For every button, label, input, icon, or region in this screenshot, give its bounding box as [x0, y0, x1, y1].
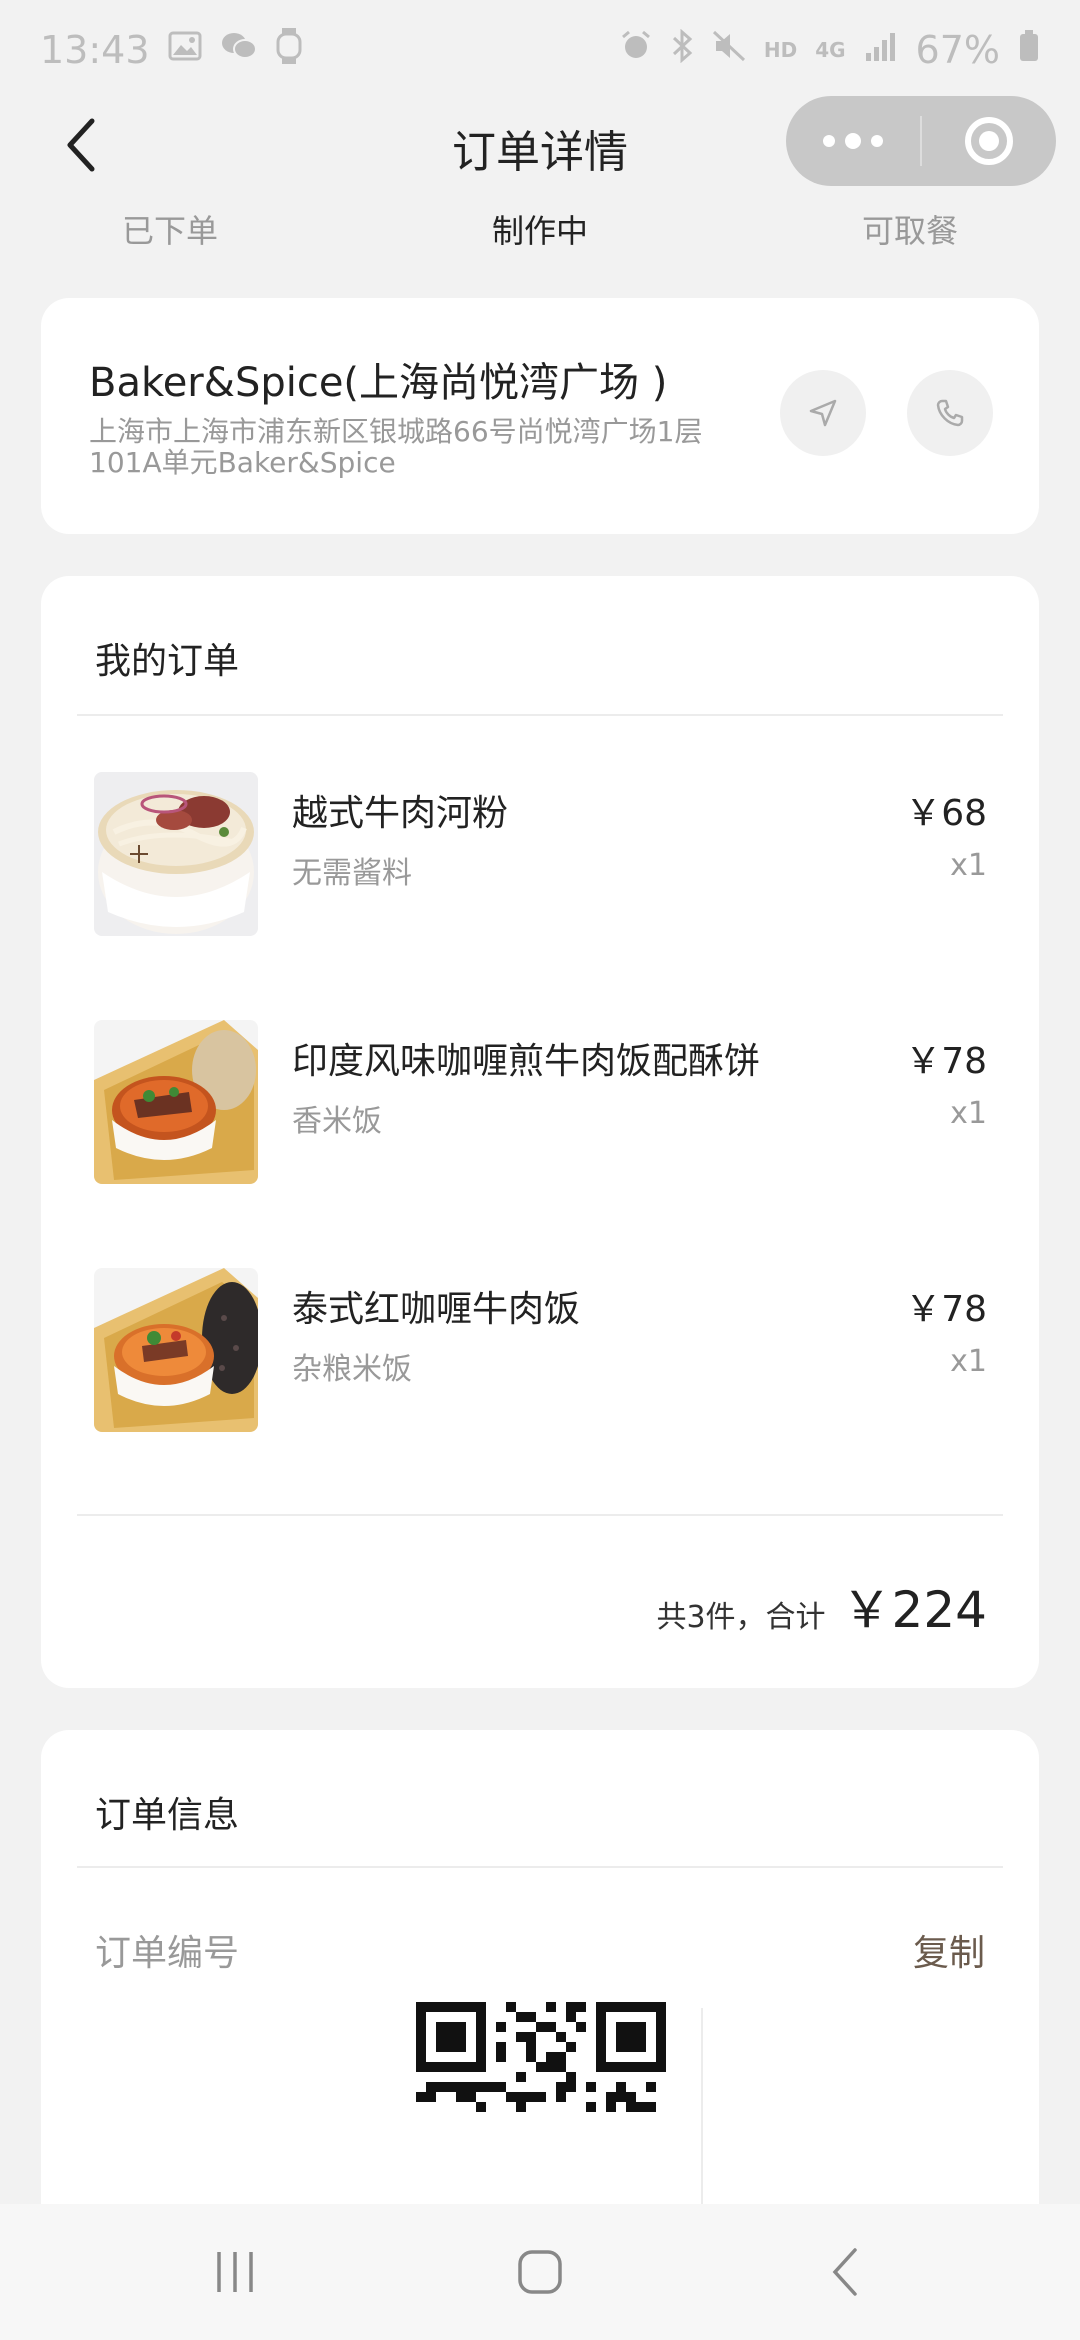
- hd-label: HD: [763, 38, 798, 62]
- item-quantity: x1: [950, 1096, 987, 1131]
- item-quantity: x1: [950, 848, 987, 883]
- item-price: ￥78: [905, 1289, 987, 1330]
- total-label: 共3件，合计: [656, 1600, 826, 1635]
- store-name: Baker&Spice(上海尚悦湾广场 ): [89, 360, 668, 406]
- item-name: 泰式红咖喱牛肉饭: [292, 1289, 581, 1330]
- item-name: 越式牛肉河粉: [292, 793, 509, 834]
- status-bar: 13:43 HD 4G 67%: [0, 0, 1080, 100]
- more-button[interactable]: [786, 96, 920, 186]
- item-name: 印度风味咖喱煎牛肉饭配酥饼: [292, 1041, 761, 1082]
- signal-icon: [864, 30, 898, 70]
- item-price: ￥78: [905, 1041, 987, 1082]
- divider: [77, 1866, 1003, 1868]
- status-right: HD 4G 67%: [620, 28, 1040, 72]
- recent-apps-button[interactable]: [205, 2242, 265, 2302]
- item-option: 香米饭: [292, 1104, 382, 1139]
- wechat-icon: [220, 30, 258, 71]
- target-icon: [965, 117, 1013, 165]
- step-ordered: 已下单: [122, 212, 219, 250]
- store-address: 上海市上海市浦东新区银城路66号尚悦湾广场1层 101A单元Baker&Spic…: [89, 416, 749, 478]
- divider: [77, 714, 1003, 716]
- bluetooth-icon: [670, 28, 694, 72]
- store-address-line1: 上海市上海市浦东新区银城路66号尚悦湾广场1层: [89, 415, 703, 448]
- system-navigation-bar: [0, 2204, 1080, 2340]
- more-icon-dot: [823, 135, 835, 147]
- order-total: 共3件，合计 ￥224: [656, 1570, 987, 1642]
- status-left: 13:43: [40, 27, 302, 73]
- item-image-pho: [94, 772, 258, 936]
- battery-percent: 67%: [915, 28, 1000, 72]
- mute-icon: [712, 30, 746, 71]
- phone-icon: [936, 399, 964, 427]
- order-number-label: 订单编号: [95, 1933, 240, 1974]
- item-option: 杂粮米饭: [292, 1352, 412, 1387]
- nav-bar: 订单详情: [0, 96, 1080, 190]
- navigation-arrow-icon: [809, 399, 837, 427]
- navigate-button[interactable]: [780, 370, 866, 456]
- recent-apps-icon: [217, 2252, 253, 2292]
- order-item: 泰式红咖喱牛肉饭 杂粮米饭 ￥78 x1: [41, 1268, 1039, 1434]
- item-quantity: x1: [950, 1344, 987, 1379]
- order-item: 越式牛肉河粉 无需酱料 ￥68 x1: [41, 772, 1039, 938]
- item-option: 无需酱料: [292, 856, 412, 891]
- system-back-button[interactable]: [815, 2242, 875, 2302]
- call-button[interactable]: [907, 370, 993, 456]
- back-icon: [832, 2248, 857, 2296]
- order-item: 印度风味咖喱煎牛肉饭配酥饼 香米饭 ￥78 x1: [41, 1020, 1039, 1186]
- item-image-thai-curry: [94, 1268, 258, 1432]
- watch-icon: [276, 27, 302, 73]
- total-value: ￥224: [841, 1581, 987, 1639]
- store-address-line2: 101A单元Baker&Spice: [89, 446, 396, 479]
- alarm-icon: [620, 30, 652, 71]
- battery-icon: [1018, 29, 1040, 71]
- gallery-icon: [168, 30, 202, 70]
- status-time: 13:43: [40, 28, 150, 72]
- divider: [77, 1514, 1003, 1516]
- order-info-title: 订单信息: [95, 1795, 240, 1836]
- store-card: Baker&Spice(上海尚悦湾广场 ) 上海市上海市浦东新区银城路66号尚悦…: [41, 298, 1039, 534]
- item-image-curry-beef: [94, 1020, 258, 1184]
- step-ready: 可取餐: [862, 212, 959, 250]
- order-progress-steps: 已下单 制作中 可取餐: [0, 206, 1080, 266]
- network-label: 4G: [815, 38, 846, 62]
- home-button[interactable]: [505, 2242, 575, 2302]
- order-card-title: 我的订单: [95, 641, 240, 682]
- more-icon-dot: [871, 135, 883, 147]
- mini-program-capsule: [786, 96, 1056, 186]
- item-price: ￥68: [905, 793, 987, 834]
- home-icon: [518, 2250, 562, 2294]
- close-mini-program-button[interactable]: [922, 117, 1056, 165]
- more-icon-dot: [845, 133, 861, 149]
- order-card: 我的订单 越式牛肉河粉 无需酱料 ￥68 x1 印度风味咖喱煎牛肉饭配酥饼 香米…: [41, 576, 1039, 1688]
- copy-button[interactable]: 复制: [913, 1924, 985, 1976]
- step-preparing: 制作中: [492, 212, 589, 250]
